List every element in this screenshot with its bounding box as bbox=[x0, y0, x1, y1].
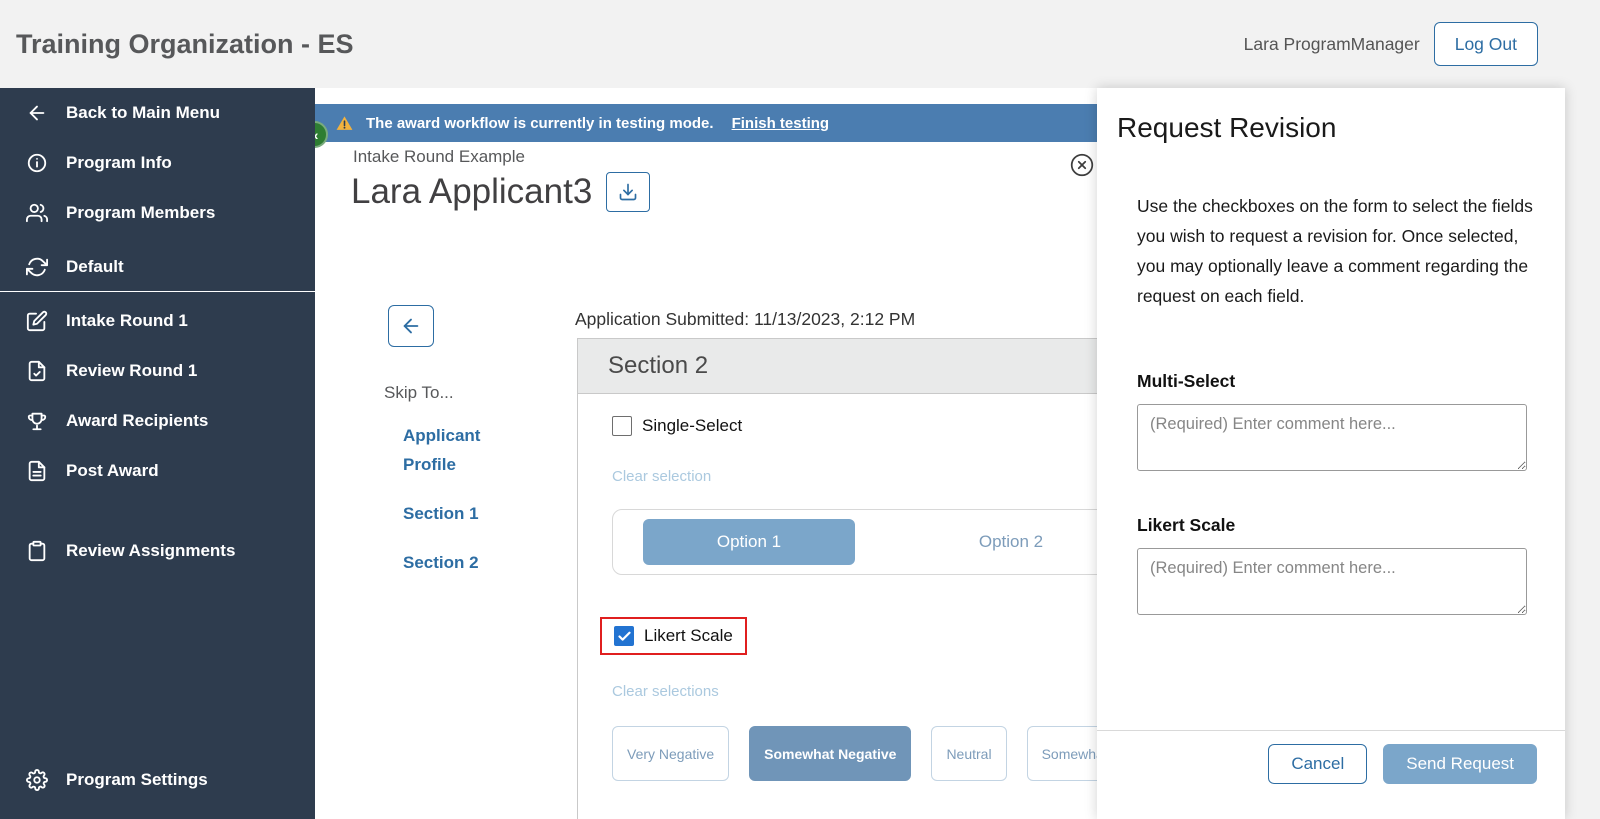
request-revision-panel: Request Revision Use the checkboxes on t… bbox=[1097, 88, 1565, 819]
section-panel: Section 2 Single-Select Clear selection … bbox=[577, 338, 1097, 819]
arrow-left-icon bbox=[26, 102, 48, 124]
likert-scale-comment-label: Likert Scale bbox=[1137, 515, 1236, 535]
cycle-icon bbox=[26, 256, 48, 278]
back-button[interactable] bbox=[388, 305, 434, 347]
sidebar-item-program-members[interactable]: Program Members bbox=[0, 188, 315, 238]
multi-select-comment-input[interactable] bbox=[1137, 404, 1527, 471]
info-icon bbox=[26, 152, 48, 174]
sidebar-item-label: Intake Round 1 bbox=[66, 311, 188, 330]
skip-link-applicant-profile[interactable]: Applicant Profile bbox=[403, 421, 535, 479]
clipboard-icon bbox=[26, 540, 48, 562]
applicant-header: Lara Applicant3 bbox=[351, 172, 651, 212]
warning-icon bbox=[335, 114, 354, 133]
edit-document-icon bbox=[26, 310, 48, 332]
sidebar-item-post-award[interactable]: Post Award bbox=[0, 446, 315, 496]
multi-select-comment-label: Multi-Select bbox=[1137, 371, 1236, 391]
trophy-icon bbox=[26, 410, 48, 432]
likert-scale-label: Likert Scale bbox=[644, 626, 733, 645]
app-header: Training Organization - ES Lara ProgramM… bbox=[0, 0, 1600, 88]
request-revision-title: Request Revision bbox=[1117, 112, 1337, 143]
likert-scale-checkbox[interactable] bbox=[614, 626, 634, 646]
sidebar-item-label: Program Info bbox=[66, 153, 172, 172]
sidebar-item-program-info[interactable]: Program Info bbox=[0, 138, 315, 188]
main-content: The award workflow is currently in testi… bbox=[315, 88, 1097, 819]
drawer-footer: Cancel Send Request bbox=[1097, 730, 1565, 819]
single-select-label: Single-Select bbox=[642, 416, 743, 435]
single-select-checkbox[interactable] bbox=[612, 416, 632, 436]
download-icon bbox=[618, 182, 638, 202]
option-1-button[interactable]: Option 1 bbox=[643, 519, 855, 565]
sidebar-item-award-recipients[interactable]: Award Recipients bbox=[0, 396, 315, 446]
document-check-icon bbox=[26, 360, 48, 382]
people-icon bbox=[26, 202, 48, 224]
app-title: Training Organization - ES bbox=[16, 28, 354, 59]
clear-selection-link[interactable]: Clear selection bbox=[612, 468, 711, 485]
send-request-button[interactable]: Send Request bbox=[1383, 744, 1537, 784]
document-icon bbox=[26, 460, 48, 482]
arrow-left-icon bbox=[400, 315, 422, 337]
sidebar-item-label: Award Recipients bbox=[66, 411, 209, 430]
cancel-button[interactable]: Cancel bbox=[1268, 744, 1368, 784]
likert-somewhat-positive-button[interactable]: Somewhat bbox=[1026, 726, 1097, 781]
skip-links: Applicant Profile Section 1 Section 2 bbox=[403, 421, 535, 577]
skip-link-section-2[interactable]: Section 2 bbox=[403, 548, 535, 577]
close-icon[interactable] bbox=[1069, 152, 1095, 178]
likert-somewhat-negative-button[interactable]: Somewhat Negative bbox=[749, 726, 912, 781]
sidebar-item-program-settings[interactable]: Program Settings bbox=[0, 755, 315, 805]
sidebar-item-label: Default bbox=[66, 256, 124, 276]
sidebar-item-label: Back to Main Menu bbox=[66, 103, 220, 122]
section-title: Section 2 bbox=[578, 339, 1097, 394]
clear-selections-link[interactable]: Clear selections bbox=[612, 683, 719, 700]
likert-scale-field-highlighted: Likert Scale bbox=[600, 617, 747, 655]
sidebar-item-review-assignments[interactable]: Review Assignments bbox=[0, 526, 315, 576]
skip-link-section-1[interactable]: Section 1 bbox=[403, 499, 535, 528]
banner-message: The award workflow is currently in testi… bbox=[366, 114, 714, 132]
sidebar-nav: Back to Main Menu Program Info Program M… bbox=[0, 88, 315, 819]
download-button[interactable] bbox=[606, 172, 651, 212]
page-title: Lara Applicant3 bbox=[351, 172, 593, 211]
testing-mode-banner: The award workflow is currently in testi… bbox=[315, 104, 1097, 142]
option-2-button[interactable]: Option 2 bbox=[905, 519, 1097, 565]
sidebar-item-default-cycle[interactable]: Default bbox=[0, 242, 315, 292]
sidebar-item-back-to-main-menu[interactable]: Back to Main Menu bbox=[0, 88, 315, 138]
sidebar-item-label: Program Settings bbox=[66, 770, 208, 789]
likert-very-negative-button[interactable]: Very Negative bbox=[612, 726, 730, 781]
logged-in-user: Lara ProgramManager bbox=[1243, 33, 1420, 54]
sidebar-item-intake-round-1[interactable]: Intake Round 1 bbox=[0, 296, 315, 346]
header-right: Lara ProgramManager Log Out bbox=[1244, 22, 1538, 66]
gear-icon bbox=[26, 769, 48, 791]
breadcrumb: Intake Round Example bbox=[353, 147, 525, 166]
single-select-options: Option 1 Option 2 bbox=[612, 509, 1097, 575]
likert-options: Very Negative Somewhat Negative Neutral … bbox=[612, 726, 1097, 781]
sidebar-item-label: Review Round 1 bbox=[66, 361, 198, 380]
likert-scale-comment-input[interactable] bbox=[1137, 548, 1527, 615]
logout-button[interactable]: Log Out bbox=[1433, 22, 1538, 66]
sidebar-item-label: Post Award bbox=[66, 461, 159, 480]
sidebar-item-label: Review Assignments bbox=[66, 541, 236, 560]
likert-neutral-button[interactable]: Neutral bbox=[931, 726, 1007, 781]
skip-to-label: Skip To... bbox=[384, 383, 454, 402]
sidebar-item-label: Program Members bbox=[66, 203, 216, 222]
sidebar-item-review-round-1[interactable]: Review Round 1 bbox=[0, 346, 315, 396]
finish-testing-link[interactable]: Finish testing bbox=[732, 115, 830, 132]
section-body: Single-Select Clear selection Option 1 O… bbox=[578, 394, 1097, 803]
application-submitted-text: Application Submitted: 11/13/2023, 2:12 … bbox=[575, 309, 916, 329]
single-select-field: Single-Select bbox=[612, 416, 1097, 436]
request-revision-description: Use the checkboxes on the form to select… bbox=[1137, 196, 1533, 306]
